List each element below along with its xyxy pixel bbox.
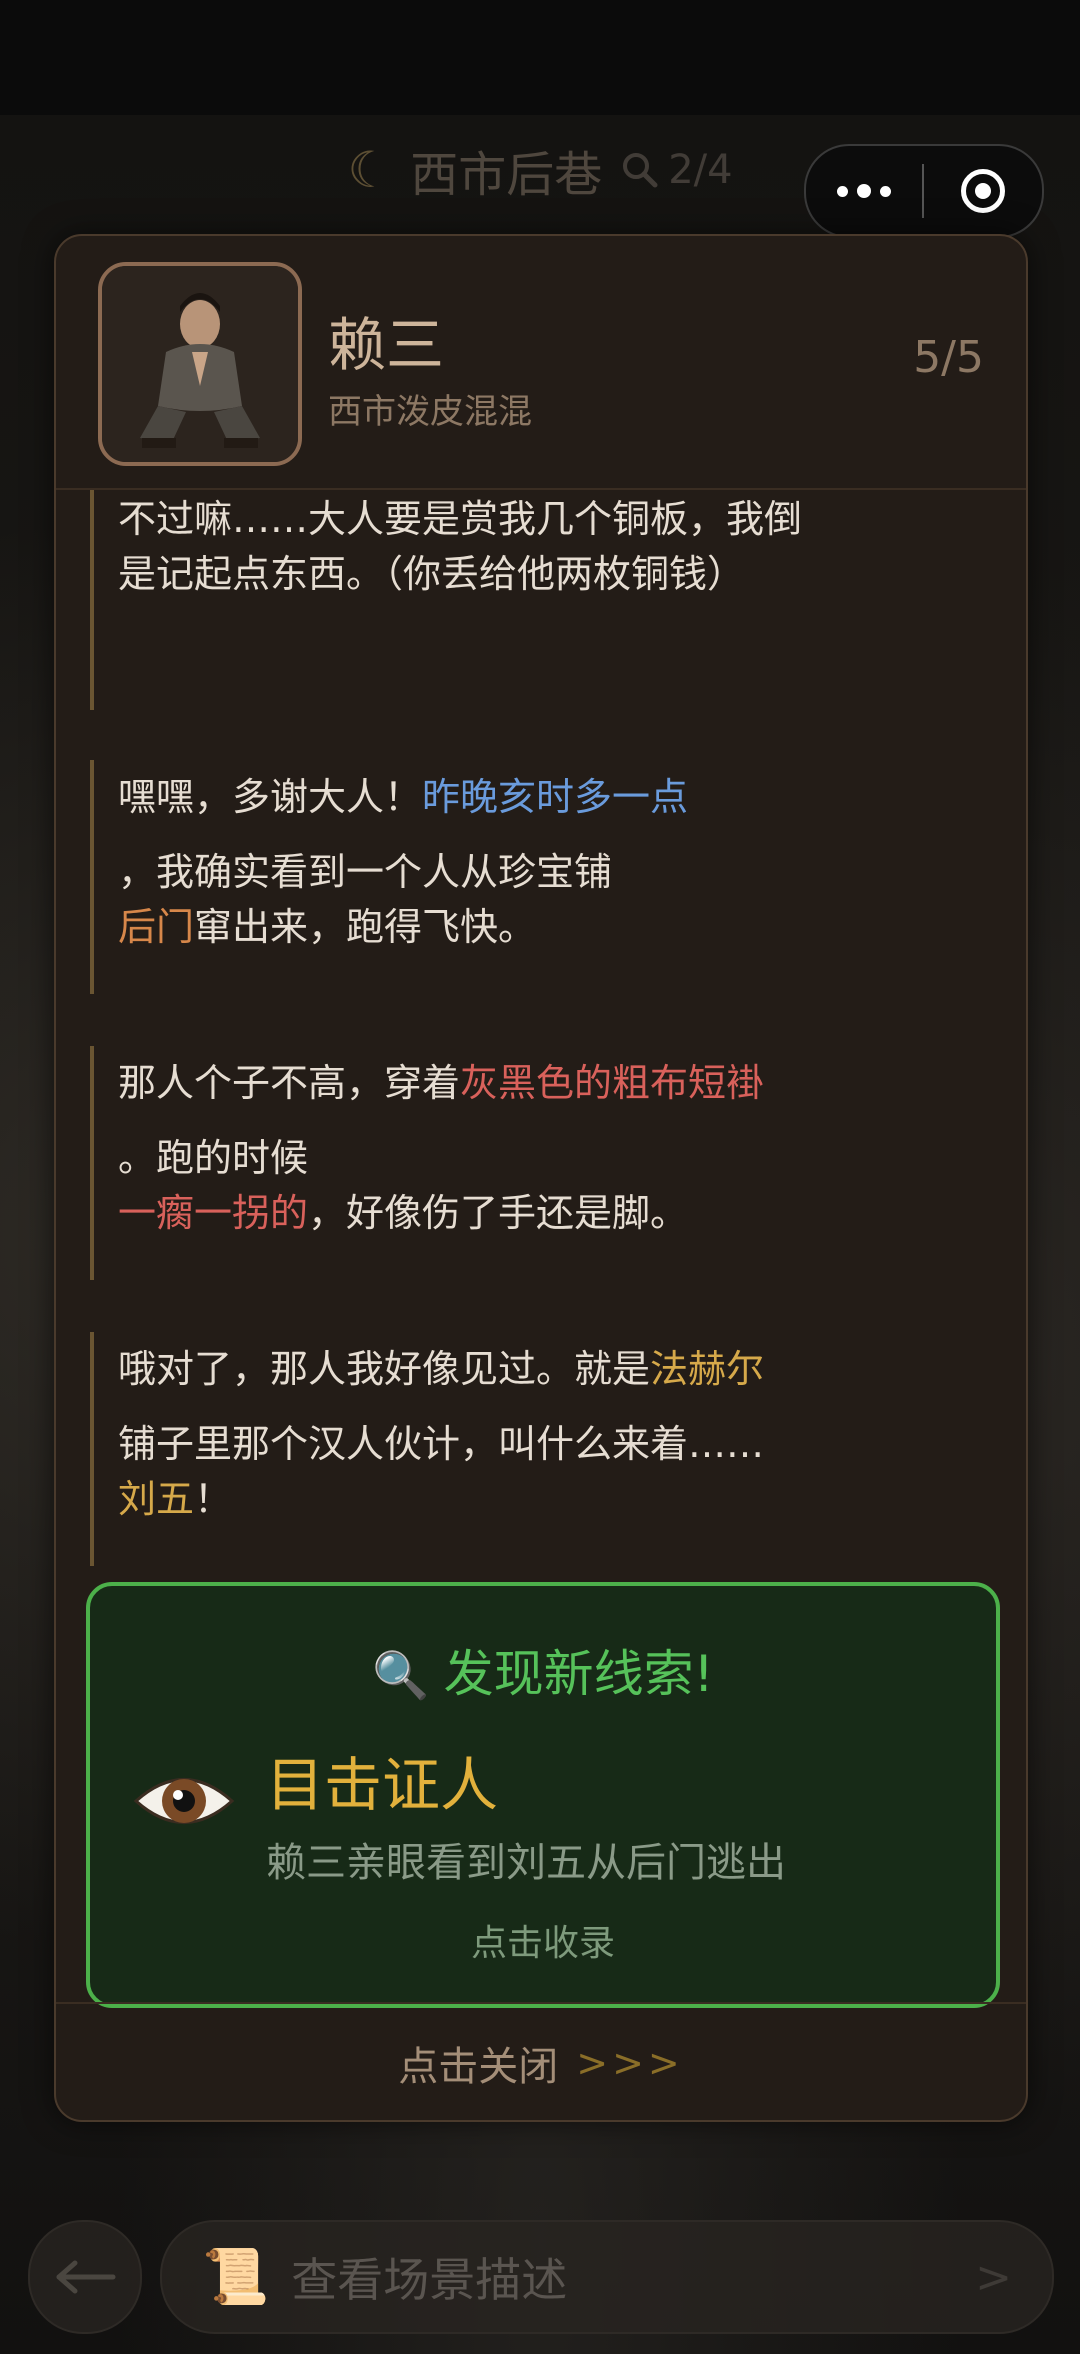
dialogue-line: 。跑的时候: [118, 1136, 309, 1180]
magnifier-icon: 🔍: [372, 1648, 430, 1702]
scene-description-label: 查看场景描述: [291, 2253, 568, 2307]
dialogue-line: 一瘸一拐的，好像伤了手还是脚。: [118, 1191, 689, 1235]
more-dots-icon[interactable]: [806, 184, 922, 198]
dialogue-line: 后门窜出来，跑得飞快。: [118, 905, 537, 949]
arrow-left-icon: [56, 2260, 116, 2294]
name-highlight: 法赫尔: [650, 1347, 765, 1391]
dialogue-entry: 嘿嘿，多谢大人！昨晚亥时多一点 ，我确实看到一个人从珍宝铺 后门窜出来，跑得飞快…: [90, 760, 970, 994]
new-clue-card[interactable]: 🔍 发现新线索! 目击证人 赖三亲眼看到刘五从后门逃出 点击收录: [86, 1582, 1000, 2008]
character-portrait: [98, 262, 302, 466]
magnifier-icon: [623, 153, 658, 188]
eye-icon: [133, 1778, 235, 1824]
dialogue-line: 嘿嘿，多谢大人！昨晚亥时多一点: [118, 775, 689, 819]
close-arrows: >>>: [576, 2041, 684, 2085]
dialogue-panel: 赖三 西市泼皮混混 5/5 不过嘛……大人要是赏我几个铜板，我倒 是记起点东西。…: [54, 234, 1028, 2122]
clue-name: 目击证人: [266, 1751, 499, 1819]
dialogue-line: 是记起点东西。（你丢给他两枚铜钱）: [118, 552, 746, 596]
scroll-icon: 📜: [202, 2245, 270, 2308]
dialogue-entry: 哦对了，那人我好像见过。就是法赫尔 铺子里那个汉人伙计，叫什么来着…… 刘五！: [90, 1332, 970, 1566]
place-highlight: 后门: [118, 905, 195, 949]
feature-highlight: 一瘸一拐的: [118, 1191, 309, 1235]
feature-highlight: 灰黑色的粗布短褂: [460, 1061, 765, 1105]
back-button[interactable]: [28, 2220, 142, 2334]
dialogue-entries: 不过嘛……大人要是赏我几个铜板，我倒 是记起点东西。（你丢给他两枚铜钱） 嘿嘿，…: [56, 490, 1026, 1570]
scene-description-button[interactable]: 📜 查看场景描述 >: [160, 2220, 1054, 2334]
bottom-nav: 📜 查看场景描述 >: [0, 2210, 1080, 2350]
clue-progress: 2/4: [620, 147, 733, 193]
close-miniprogram-button[interactable]: [924, 169, 1042, 213]
chevron-right-icon: >: [975, 2251, 1012, 2303]
dialogue-line: ，我确实看到一个人从珍宝铺: [118, 850, 613, 894]
dialogue-line: 刘五！: [118, 1477, 233, 1521]
dialogue-entry: 那人个子不高，穿着灰黑色的粗布短褂 。跑的时候 一瘸一拐的，好像伤了手还是脚。: [90, 1046, 970, 1280]
dialogue-header: 赖三 西市泼皮混混 5/5: [56, 236, 1026, 490]
clue-progress-count: 2/4: [668, 147, 733, 193]
collect-clue-button[interactable]: 点击收录: [90, 1914, 996, 1966]
dialogue-line: 哦对了，那人我好像见过。就是法赫尔: [118, 1347, 765, 1391]
clue-description: 赖三亲眼看到刘五从后门逃出: [266, 1840, 786, 1886]
close-dialog-button[interactable]: 点击关闭 >>>: [56, 2002, 1026, 2120]
target-circle-icon: [961, 169, 1005, 213]
dialogue-line: 不过嘛……大人要是赏我几个铜板，我倒: [118, 497, 803, 541]
mini-program-capsule: [804, 144, 1044, 238]
dialogue-entry: 不过嘛……大人要是赏我几个铜板，我倒 是记起点东西。（你丢给他两枚铜钱）: [90, 490, 970, 710]
time-highlight: 昨晚亥时多一点: [422, 775, 689, 819]
dialogue-line: 那人个子不高，穿着灰黑色的粗布短褂: [118, 1061, 765, 1105]
close-label: 点击关闭: [398, 2044, 559, 2090]
moon-icon: ☾: [347, 141, 393, 199]
character-name: 赖三: [328, 311, 445, 379]
name-highlight: 刘五: [118, 1477, 195, 1521]
clue-header: 🔍 发现新线索!: [372, 1645, 714, 1703]
character-title: 西市泼皮混混: [328, 392, 532, 432]
location-title: 西市后巷: [410, 147, 603, 203]
dialogue-page-indicator: 5/5: [913, 332, 984, 383]
dialogue-line: 铺子里那个汉人伙计，叫什么来着……: [118, 1422, 765, 1466]
